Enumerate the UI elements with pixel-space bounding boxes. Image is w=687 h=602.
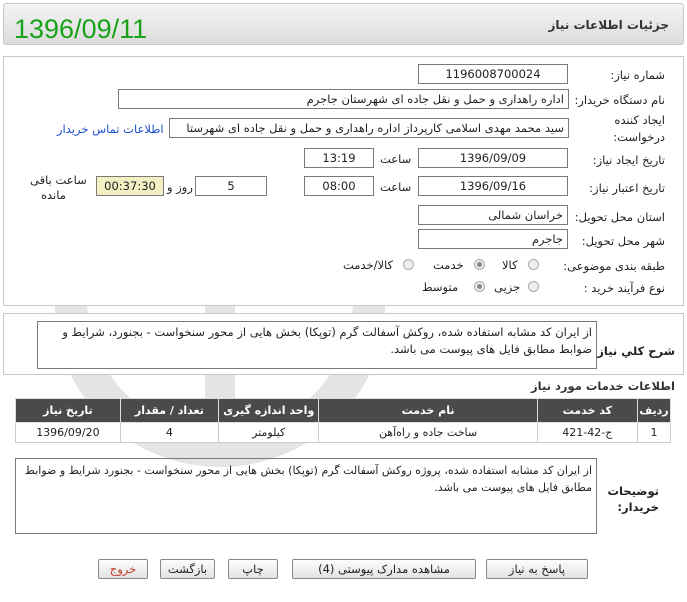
creator-field: سید محمد مهدی اسلامی کارپرداز اداره راهد… [169,118,569,138]
col-row-number: ردیف [637,398,671,423]
creator-label-2: درخواست: [613,130,665,144]
col-unit: واحد اندازه گیری [217,398,320,423]
col-service-name: نام خدمت [318,398,538,423]
col-service-code: کد خدمت [536,398,639,423]
services-header-row: ردیف کد خدمت نام خدمت واحد اندازه گیری ت… [15,398,671,423]
created-date-field: 1396/09/09 [418,148,568,168]
created-time-field: 13:19 [304,148,374,168]
category-goods-label: کالا [502,258,518,272]
validity-time-label: ساعت [380,180,412,194]
services-table: ردیف کد خدمت نام خدمت واحد اندازه گیری ت… [15,398,671,443]
days-remaining-field: 5 [195,176,267,196]
remaining-time-label: ساعت باقی [30,173,87,187]
header-date: 1396/09/11 [14,14,148,44]
remaining-time-field: 00:37:30 [96,176,164,196]
page-title: جزئیات اطلاعات نیاز [548,18,669,32]
cell-service-code: ج-42-421 [536,422,639,443]
category-goods-service-radio[interactable] [403,259,414,270]
back-button[interactable]: بازگشت [160,559,215,579]
validity-time-field: 08:00 [304,176,374,196]
need-number-field: 1196008700024 [418,64,568,84]
city-label: شهر محل تحویل: [581,234,665,248]
cell-quantity: 4 [119,422,220,443]
process-medium-label: متوسط [422,280,459,294]
services-section-title: اطلاعات خدمات مورد نیاز [531,379,675,393]
buyer-notes-label: توضیحات [607,484,660,498]
category-label: طبقه بندی موضوعی: [563,259,665,273]
creator-label: ایجاد کننده [614,113,665,127]
page-header: جزئیات اطلاعات نیاز 1396/09/11 [3,3,684,45]
process-minor-label: جزیی [494,280,521,294]
process-label: نوع فرآیند خرید : [583,281,665,295]
buyer-org-label: نام دستگاه خریدار: [574,93,665,107]
days-label: روز و [167,180,193,194]
col-need-date: تاریخ نیاز [15,398,121,423]
table-row: 1 ج-42-421 ساخت جاده و راه‌آهن کیلومتر 4… [15,422,671,443]
category-service-radio[interactable] [474,259,485,270]
validity-date-field: 1396/09/16 [418,176,568,196]
summary-text: از ایران کد مشابه استفاده شده، روکش آسفا… [37,321,597,369]
print-button[interactable]: چاپ [228,559,278,579]
exit-button[interactable]: خروج [98,559,148,579]
buyer-contact-link[interactable]: اطلاعات تماس خریدار [57,122,164,136]
city-field: جاجرم [418,229,568,249]
province-label: استان محل تحویل: [574,210,665,224]
buyer-notes-text: از ایران کد مشابه استفاده شده، پروژه روک… [15,458,597,534]
created-time-label: ساعت [380,152,412,166]
validity-date-label: تاریخ اعتبار نیاز: [589,181,665,195]
summary-label: شرح کلي نياز: [592,344,675,358]
reply-button[interactable]: پاسخ به نیاز [486,559,588,579]
province-field: خراسان شمالی [418,205,568,225]
category-goods-radio[interactable] [528,259,539,270]
category-goods-service-label: کالا/خدمت [343,258,394,272]
process-minor-radio[interactable] [528,281,539,292]
buyer-notes-label-2: خریدار: [617,500,659,514]
col-quantity: تعداد / مقدار [119,398,220,423]
remaining-time-label-2: مانده [41,188,66,202]
buyer-org-field: اداره راهداری و حمل و نقل جاده ای شهرستا… [118,89,569,109]
cell-row-number: 1 [637,422,671,443]
view-attachments-button[interactable]: مشاهده مدارک پیوستی (4) [292,559,476,579]
need-number-label: شماره نیاز: [610,68,665,82]
cell-service-name: ساخت جاده و راه‌آهن [318,422,538,443]
cell-need-date: 1396/09/20 [15,422,121,443]
process-medium-radio[interactable] [474,281,485,292]
cell-unit: کیلومتر [217,422,320,443]
category-service-label: خدمت [433,258,464,272]
created-date-label: تاریخ ایجاد نیاز: [592,153,665,167]
